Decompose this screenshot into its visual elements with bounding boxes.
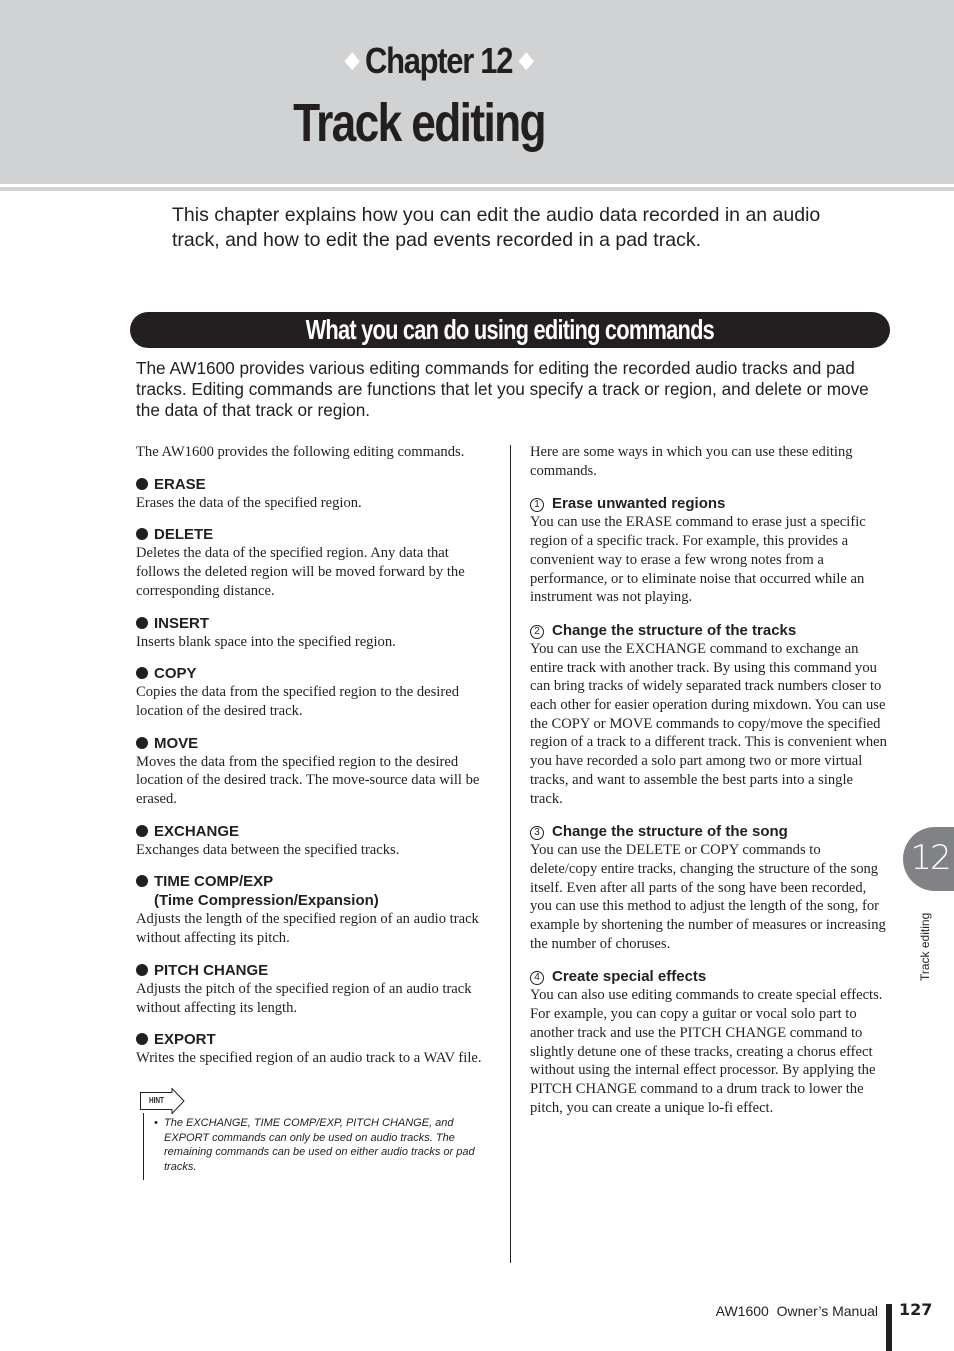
column-divider	[510, 445, 511, 1263]
command-description: Moves the data from the specified region…	[136, 753, 480, 808]
command-name: INSERT	[154, 614, 210, 632]
uses-intro: Here are some ways in which you can use …	[530, 444, 853, 479]
left-column: The AW1600 provides the following editin…	[136, 443, 492, 1068]
command-name: PITCH CHANGE	[154, 961, 269, 979]
command-name: ERASE	[154, 475, 206, 493]
use-case-title: Erase unwanted regions	[552, 495, 726, 513]
command-heading: EXPORT	[136, 1030, 492, 1049]
use-case-title: Change the structure of the song	[552, 823, 788, 841]
command-description: Adjusts the length of the specified regi…	[136, 911, 479, 947]
bullet-icon	[136, 736, 148, 749]
use-case-title: Create special effects	[552, 968, 707, 986]
section-lead: The AW1600 provides various editing comm…	[136, 358, 869, 420]
right-column: Here are some ways in which you can use …	[530, 443, 888, 1117]
circled-number-icon: 4	[530, 971, 544, 986]
command-description: Deletes the data of the specified region…	[136, 545, 465, 599]
command-description: Copies the data from the specified regio…	[136, 684, 459, 719]
use-case-heading: 3 Change the structure of the song	[530, 822, 888, 841]
use-case: 3 Change the structure of the song You can…	[530, 822, 888, 953]
command-subtitle: (Time Compression/Expansion)	[154, 892, 379, 910]
command-heading: TIME COMP/EXP (Time Compression/Expansion…	[136, 872, 492, 910]
command-heading: MOVE	[136, 734, 492, 753]
chapter-number-text: Chapter 12	[365, 40, 513, 81]
chapter-label: ◆ Chapter 12 ◆	[0, 40, 877, 82]
command-heading: PITCH CHANGE	[136, 961, 492, 980]
bullet-icon	[136, 528, 148, 541]
use-case: 2 Change the structure of the tracks You c…	[530, 621, 888, 808]
use-case-heading: 4 Create special effects	[530, 967, 888, 986]
command-description: Exchanges data between the specified tra…	[136, 841, 400, 858]
chapter-tab-number: 12	[910, 838, 951, 878]
bullet-icon	[136, 875, 148, 888]
bullet-icon	[136, 824, 148, 837]
command-name: EXPORT	[154, 1031, 216, 1049]
use-case-text: You can use the ERASE command to erase j…	[530, 514, 866, 606]
chapter-intro: This chapter explains how you can edit t…	[172, 204, 821, 251]
diamond-icon: ◆	[344, 47, 360, 72]
chapter-title: Track editing	[293, 93, 546, 153]
bullet-icon	[136, 1033, 148, 1046]
diamond-icon: ◆	[519, 47, 534, 72]
circled-number-icon: 1	[530, 498, 544, 513]
use-case-title: Change the structure of the tracks	[552, 621, 797, 639]
command-name: TIME COMP/EXP	[154, 873, 274, 891]
bullet-icon	[136, 667, 148, 680]
command-description: Erases the data of the specified region.	[136, 494, 362, 511]
bullet-icon	[136, 616, 148, 629]
command-description: Adjusts the pitch of the specified regio…	[136, 980, 472, 1016]
circled-number-icon: 2	[530, 624, 544, 639]
use-case: 4 Create special effects You can also use …	[530, 967, 888, 1117]
use-case-text: You can use the DELETE or COPY commands …	[530, 842, 886, 952]
command-name: EXCHANGE	[154, 822, 240, 840]
hint-label: HINT	[149, 1096, 164, 1105]
use-case-heading: 1 Erase unwanted regions	[530, 494, 888, 513]
command-name: COPY	[154, 665, 197, 683]
uses-list: 1 Erase unwanted regions You can use the E…	[530, 494, 888, 1117]
bullet-icon	[136, 963, 148, 976]
command-name: MOVE	[154, 734, 199, 752]
use-case-heading: 2 Change the structure of the tracks	[530, 621, 888, 640]
section-heading: What you can do using editing commands	[305, 314, 715, 345]
bullet-icon: •	[154, 1117, 158, 1129]
hint-text: • The EXCHANGE, TIME COMP/EXP, PITCH CHA…	[154, 1117, 475, 1173]
footer-bar	[886, 1304, 892, 1351]
header-divider	[0, 187, 954, 191]
command-heading: EXCHANGE	[136, 822, 492, 841]
command-name: DELETE	[154, 526, 214, 544]
hint-box: HINT • The EXCHANGE, TIME COMP/EXP, PITC…	[140, 1088, 500, 1183]
chapter-tab-label: Track editing	[918, 912, 932, 981]
bullet-icon	[136, 477, 148, 490]
page-number: 127	[899, 1300, 933, 1319]
command-heading: ERASE	[136, 475, 492, 494]
circled-number-icon: 3	[530, 826, 544, 841]
hint-rule	[143, 1113, 144, 1180]
use-case-text: You can also use editing commands to cre…	[530, 987, 883, 1116]
command-heading: INSERT	[136, 614, 492, 633]
commands-intro: The AW1600 provides the following editin…	[136, 444, 465, 460]
command-heading: COPY	[136, 664, 492, 683]
footer-manual-name: AW1600 Owner’s Manual	[715, 1303, 878, 1319]
use-case: 1 Erase unwanted regions You can use the E…	[530, 494, 888, 607]
use-case-text: You can use the EXCHANGE command to exch…	[530, 640, 887, 807]
command-description: Inserts blank space into the specified r…	[136, 633, 396, 650]
command-heading: DELETE	[136, 525, 492, 544]
commands-list: ERASE Erases the data of the specified re…	[136, 475, 492, 1068]
command-description: Writes the specified region of an audio …	[136, 1050, 482, 1067]
